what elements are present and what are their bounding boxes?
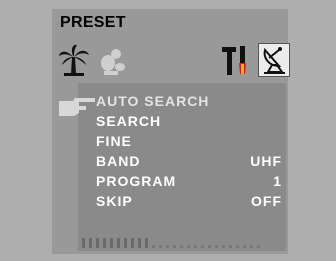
signal-segment-filled	[124, 238, 127, 248]
signal-segment-empty	[152, 245, 155, 248]
signal-segment-filled	[110, 238, 113, 248]
palm-tree-icon[interactable]	[58, 43, 90, 77]
signal-segment-empty	[159, 245, 162, 248]
signal-segment-empty	[173, 245, 176, 248]
page-title: PRESET	[60, 14, 126, 31]
signal-segment-filled	[131, 238, 134, 248]
satellite-dish-icon[interactable]	[258, 43, 290, 77]
signal-segment-empty	[236, 245, 239, 248]
band-value: UHF	[250, 153, 282, 169]
signal-segment-filled	[82, 238, 85, 248]
menu-item-auto-search[interactable]: AUTO SEARCH	[96, 91, 278, 111]
menu-item-program[interactable]: PROGRAM 1	[96, 171, 282, 191]
menu-item-search[interactable]: SEARCH	[96, 111, 278, 131]
signal-segment-empty	[257, 245, 260, 248]
program-value: 1	[273, 173, 282, 189]
signal-segment-empty	[166, 245, 169, 248]
signal-segment-filled	[103, 238, 106, 248]
signal-segment-filled	[96, 238, 99, 248]
menu-item-label: SKIP	[96, 193, 133, 209]
skip-value: OFF	[251, 193, 282, 209]
signal-segment-empty	[194, 245, 197, 248]
sound-icon[interactable]	[96, 43, 128, 77]
signal-segment-filled	[117, 238, 120, 248]
signal-segment-empty	[222, 245, 225, 248]
signal-segment-empty	[229, 245, 232, 248]
signal-segment-empty	[250, 245, 253, 248]
tab-bar	[56, 43, 290, 83]
signal-segment-filled	[145, 238, 148, 248]
tools-icon[interactable]	[220, 43, 252, 77]
signal-segment-filled	[138, 238, 141, 248]
menu-item-label: PROGRAM	[96, 173, 177, 189]
signal-strength-bar	[82, 237, 272, 249]
menu-item-label: BAND	[96, 153, 141, 169]
menu-item-label: FINE	[96, 133, 132, 149]
menu-item-skip[interactable]: SKIP OFF	[96, 191, 282, 211]
menu-item-fine[interactable]: FINE	[96, 131, 278, 151]
signal-segment-empty	[243, 245, 246, 248]
osd-window: PRESET AUTO SEARCH SEARCH FINE BAND UHF …	[52, 9, 290, 254]
signal-segment-filled	[89, 238, 92, 248]
pointing-hand-icon	[58, 96, 96, 118]
signal-segment-empty	[215, 245, 218, 248]
menu-item-label: AUTO SEARCH	[96, 93, 210, 109]
signal-segment-empty	[208, 245, 211, 248]
signal-segment-empty	[201, 245, 204, 248]
menu-item-band[interactable]: BAND UHF	[96, 151, 282, 171]
signal-segment-empty	[180, 245, 183, 248]
signal-segment-empty	[187, 245, 190, 248]
menu-item-label: SEARCH	[96, 113, 162, 129]
